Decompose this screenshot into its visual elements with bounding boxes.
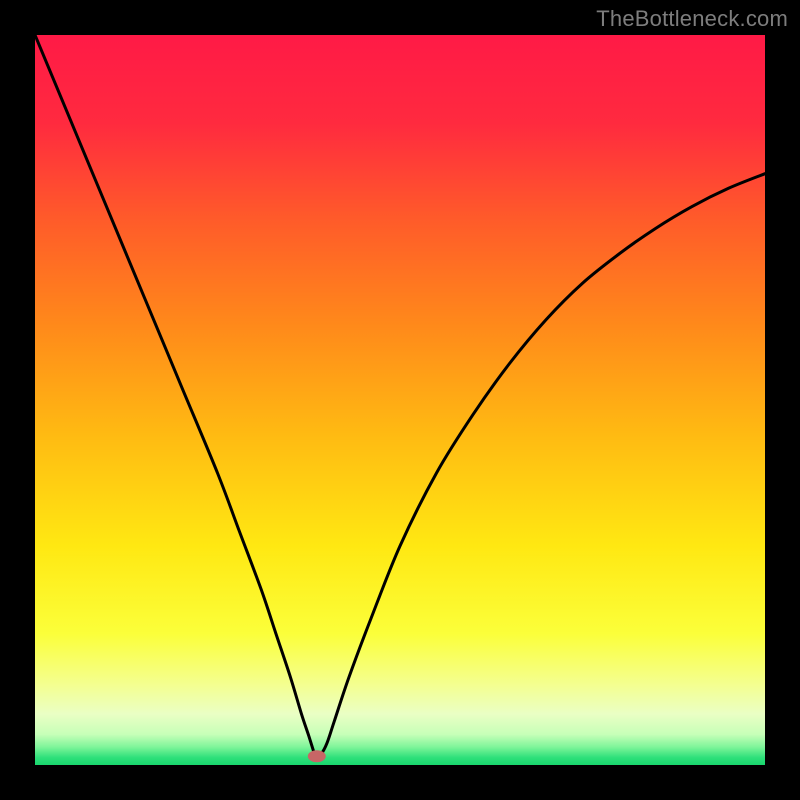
plot-area xyxy=(35,35,765,765)
chart-frame: TheBottleneck.com xyxy=(0,0,800,800)
bottleneck-chart xyxy=(35,35,765,765)
gradient-background xyxy=(35,35,765,765)
watermark-text: TheBottleneck.com xyxy=(596,6,788,32)
minimum-marker xyxy=(308,750,326,762)
